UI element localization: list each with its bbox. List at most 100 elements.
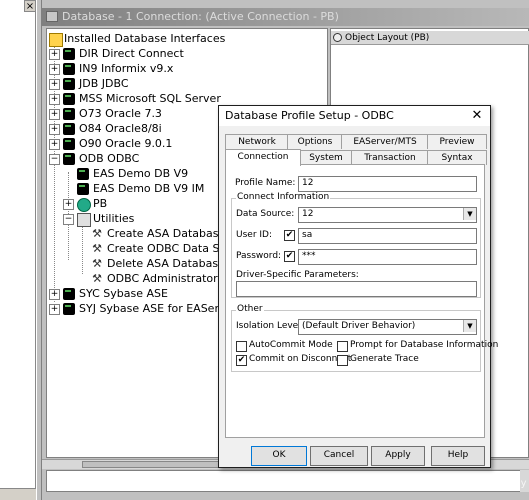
commit-on-disconnect-checkbox[interactable]: ✔ [236,355,247,366]
other-label: Other [236,304,264,314]
expand-icon[interactable]: + [49,49,60,60]
database-interface-icon [63,138,75,150]
tab-system[interactable]: System [299,150,353,165]
other-group: Other Isolation Level: (Default Driver B… [231,304,498,372]
connection-tab-panel: Profile Name: 12 Connect Information Dat… [225,164,498,438]
database-interface-icon [63,48,75,60]
database-interface-icon [63,288,75,300]
tree-item-label: ODBC Administrator [107,272,218,285]
collapse-icon[interactable]: − [49,154,60,165]
tree-item-label: O73 Oracle 7.3 [79,107,162,120]
generate-trace-label: Generate Trace [350,354,419,364]
driver-params-input[interactable] [236,281,477,297]
isolation-level-select[interactable]: (Default Driver Behavior) ▼ [298,319,477,335]
expand-icon[interactable]: + [49,304,60,315]
tab-network[interactable]: Network [225,134,289,149]
database-profile-icon [77,183,89,195]
expand-icon[interactable]: + [63,199,74,210]
cancel-button[interactable]: Cancel [310,446,368,466]
expand-icon[interactable]: + [49,79,60,90]
left-panel-close-button[interactable]: × [24,0,36,12]
tree-root-label: Installed Database Interfaces [64,32,226,45]
utility-tool-icon: ⚒ [92,257,102,270]
tree-item-label: IN9 Informix v9.x [79,62,174,75]
dropdown-arrow-icon[interactable]: ▼ [463,320,476,332]
tree-item-label: ODB ODBC [79,152,140,165]
tree-item-label: EAS Demo DB V9 IM [93,182,205,195]
user-id-input[interactable]: sa [298,228,477,244]
tree-item-label: Utilities [93,212,135,225]
data-source-value: 12 [302,209,314,219]
tree-item-label: O84 Oracle8/8i [79,122,162,135]
tree-item-label: EAS Demo DB V9 [93,167,189,180]
password-label: Password: [236,251,282,261]
database-interface-icon [63,93,75,105]
expand-icon[interactable]: + [49,109,60,120]
utilities-folder-icon [77,213,91,227]
tree-item-label: Create ASA Database [107,227,226,240]
database-profile-setup-dialog: Database Profile Setup - ODBC ✕ Network … [218,105,498,468]
user-id-label: User ID: [236,230,272,240]
window-title: Database - 1 Connection: (Active Connect… [62,10,339,23]
tree-item-label: MSS Microsoft SQL Server [79,92,221,105]
expand-icon[interactable]: + [49,94,60,105]
tree-item-label: O90 Oracle 9.0.1 [79,137,173,150]
expand-icon[interactable]: + [49,124,60,135]
utility-tool-icon: ⚒ [92,272,102,285]
window-bottom-edge [42,492,529,500]
driver-params-label: Driver-Specific Parameters: [236,270,359,280]
expand-icon[interactable]: + [49,64,60,75]
object-layout-title: Object Layout (PB) [345,33,430,43]
commit-on-disconnect-label: Commit on Disconnect [249,354,352,364]
password-checkbox[interactable]: ✔ [284,251,295,262]
generate-trace-checkbox[interactable] [337,355,348,366]
database-interface-icon [63,153,75,165]
tree-item-label: JDB JDBC [79,77,129,90]
left-panel [0,0,36,500]
database-interface-icon [63,303,75,315]
password-input[interactable]: *** [298,249,477,265]
database-interface-icon [63,108,75,120]
dropdown-arrow-icon[interactable]: ▼ [463,208,476,220]
collapse-icon[interactable]: − [63,214,74,225]
tree-item-label: SYJ Sybase ASE for EAServer [79,302,237,315]
expand-icon[interactable]: + [49,289,60,300]
active-profile-icon [77,198,91,212]
tab-preview[interactable]: Preview [427,134,487,149]
profile-name-input[interactable]: 12 [298,176,477,192]
window-titlebar: Database - 1 Connection: (Active Connect… [42,8,529,26]
data-source-label: Data Source: [236,209,295,219]
connect-information-label: Connect Information [236,192,331,202]
tab-options[interactable]: Options [287,134,343,149]
ok-button[interactable]: OK [251,446,307,466]
close-icon[interactable]: ✕ [469,108,485,124]
tree-item-label: PB [93,197,108,210]
tab-easerver-mts[interactable]: EAServer/MTS [341,134,429,149]
help-button[interactable]: Help [431,446,485,466]
expand-icon[interactable]: + [49,139,60,150]
watermark: https://blog.csdn.net/sunshaoy [372,478,527,489]
database-profile-icon [77,168,89,180]
tab-syntax[interactable]: Syntax [427,150,487,165]
apply-button[interactable]: Apply [371,446,425,466]
isolation-level-value: (Default Driver Behavior) [302,321,416,331]
tree-item-label: SYC Sybase ASE [79,287,168,300]
data-source-select[interactable]: 12 ▼ [298,207,477,223]
tree-item-label: DIR Direct Connect [79,47,184,60]
dialog-titlebar: Database Profile Setup - ODBC [219,106,490,126]
folder-icon [49,33,63,47]
prompt-db-info-checkbox[interactable] [337,341,348,352]
prompt-db-info-label: Prompt for Database Information [350,340,499,350]
autocommit-label: AutoCommit Mode [249,340,333,350]
dialog-title: Database Profile Setup - ODBC [225,109,394,122]
tab-connection[interactable]: Connection [225,149,301,166]
user-id-checkbox[interactable]: ✔ [284,230,295,241]
utility-tool-icon: ⚒ [92,227,102,240]
autocommit-checkbox[interactable] [236,341,247,352]
database-interface-icon [63,123,75,135]
tab-transaction[interactable]: Transaction [351,150,429,165]
database-icon [46,11,58,22]
object-layout-header: Object Layout (PB) [331,31,529,45]
connect-information-group: Connect Information Data Source: 12 ▼ Us… [231,192,481,298]
tree-item-label: Delete ASA Database [107,257,225,270]
